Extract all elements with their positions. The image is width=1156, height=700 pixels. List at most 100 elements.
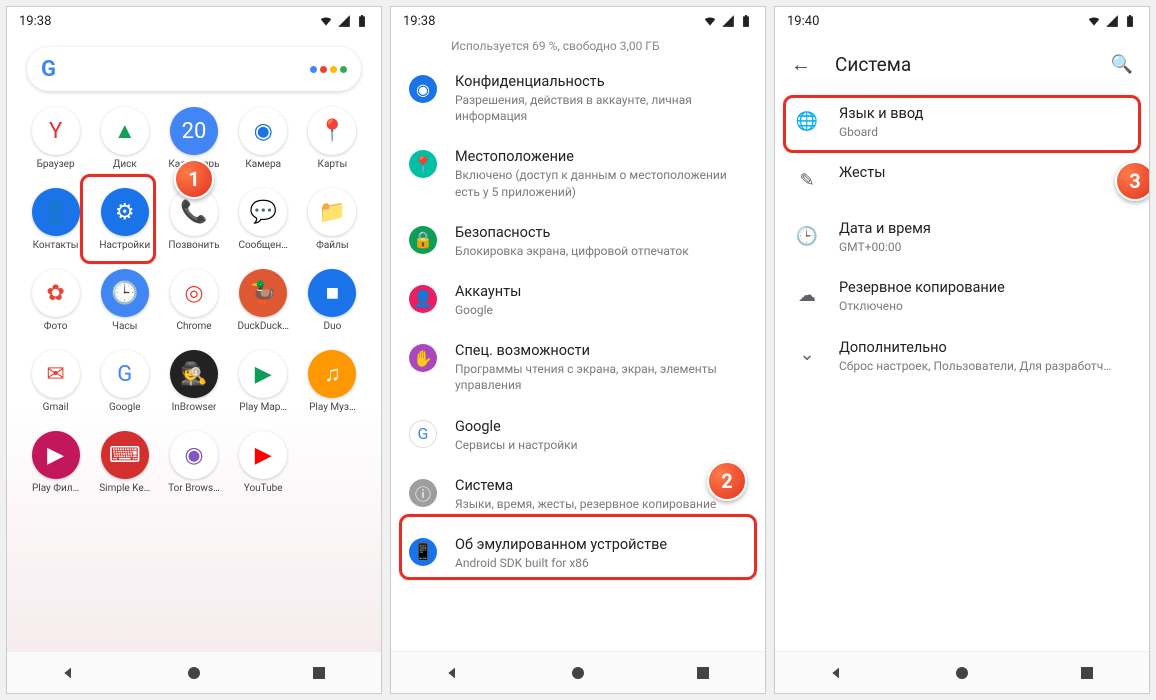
app-icon: ▶ [239, 431, 287, 479]
status-bar: 19:38 [7, 7, 381, 35]
status-icons [1087, 14, 1137, 28]
nav-back[interactable] [443, 663, 463, 683]
setting-безопасность[interactable]: 🔒БезопасностьБлокировка экрана, цифровой… [395, 212, 761, 271]
setting-спец. возможности[interactable]: ✋ Спец. возможности Программы чтения с экр… [395, 330, 761, 405]
app-google[interactable]: G Google [90, 350, 159, 413]
app-label: Google [109, 402, 141, 413]
wifi-icon [703, 14, 717, 28]
app-icon: ▶ [32, 431, 80, 479]
setting-title: Об эмулированном устройстве [455, 536, 747, 553]
app-icon: ⌨ [101, 431, 149, 479]
setting-subtitle: GMT+00:00 [839, 239, 1131, 255]
app-браузер[interactable]: YБраузер [21, 107, 90, 170]
setting-icon: 🌐 [793, 107, 821, 135]
setting-icon: ◉ [409, 75, 437, 103]
app-youtube[interactable]: ▶YouTube [229, 431, 298, 494]
app-icon: ◉ [170, 431, 218, 479]
setting-конфиденциальность[interactable]: ◉КонфиденциальностьРазрешения, действия … [395, 61, 761, 136]
app-label: DuckDuck… [237, 321, 288, 332]
app-label: Play Фил… [32, 483, 79, 494]
google-logo: G [41, 57, 56, 82]
app-icon: Y [32, 107, 80, 155]
signal-icon [337, 14, 351, 28]
setting-местоположение[interactable]: 📍МестоположениеВключено (доступ к данным… [395, 136, 761, 211]
page-title: Система [835, 53, 911, 76]
app-камера[interactable]: ◉Камера [229, 107, 298, 170]
setting-icon: 📱 [409, 538, 437, 566]
system-язык и ввод[interactable]: 🌐Язык и вводGboard [779, 93, 1145, 152]
app-label: Play Муз… [309, 402, 356, 413]
setting-google[interactable]: G Google Сервисы и настройки [395, 406, 761, 465]
app-icon: 20 [170, 107, 218, 155]
setting-об эмулированном устройстве[interactable]: 📱Об эмулированном устройствеAndroid SDK … [395, 524, 761, 583]
setting-icon: ☁ [793, 281, 821, 309]
battery-icon [355, 14, 369, 28]
system-жесты[interactable]: ✎Жесты [779, 152, 1145, 208]
search-bar[interactable]: G [27, 47, 361, 91]
settings-list: ◉КонфиденциальностьРазрешения, действия … [391, 61, 765, 583]
app-icon: ■ [308, 269, 356, 317]
app-play мар…[interactable]: ▶Play Мар… [229, 350, 298, 413]
app-контакты[interactable]: 👤Контакты [21, 188, 90, 251]
app-файлы[interactable]: 📁Файлы [298, 188, 367, 251]
app-tor brows…[interactable]: ◉Tor Brows… [159, 431, 228, 494]
setting-система[interactable]: ⓘСистемаЯзыки, время, жесты, резервное к… [395, 465, 761, 524]
status-icons [319, 14, 369, 28]
assistant-icon[interactable] [310, 66, 347, 73]
nav-bar [7, 651, 381, 693]
app-inbrowser[interactable]: 🕵InBrowser [159, 350, 228, 413]
app-icon: 🕒 [101, 269, 149, 317]
app-label: Камера [245, 159, 281, 170]
system-дополнительно[interactable]: ⌄ДополнительноСброс настроек, Пользовате… [779, 327, 1145, 386]
setting-аккаунты[interactable]: 👤АккаунтыGoogle [395, 271, 761, 330]
setting-title: Google [455, 418, 747, 435]
app-icon: G [101, 350, 149, 398]
app-фото[interactable]: ✿Фото [21, 269, 90, 332]
app-icon: 📍 [308, 107, 356, 155]
app-часы[interactable]: 🕒Часы [90, 269, 159, 332]
app-icon: 🦆 [239, 269, 287, 317]
setting-icon: ✋ [409, 344, 437, 372]
app-simple ke…[interactable]: ⌨Simple Ke… [90, 431, 159, 494]
system-резервное копирование[interactable]: ☁Резервное копированиеОтключено [779, 267, 1145, 326]
nav-back[interactable] [827, 663, 847, 683]
app-label: Карты [318, 159, 348, 170]
nav-home[interactable] [568, 663, 588, 683]
setting-subtitle: Программы чтения с экрана, экран, элемен… [455, 361, 747, 393]
app-icon: ◎ [170, 269, 218, 317]
setting-title: Местоположение [455, 148, 747, 165]
app-настройки[interactable]: ⚙Настройки [90, 188, 159, 251]
app-label: Сообщен… [238, 240, 287, 251]
nav-home[interactable] [184, 663, 204, 683]
nav-recent[interactable] [1077, 663, 1097, 683]
setting-title: Дополнительно [839, 339, 1131, 356]
settings-list: 🌐Язык и вводGboard✎Жесты🕒Дата и времяGMT… [775, 93, 1149, 386]
app-duo[interactable]: ■ Duo [298, 269, 367, 332]
setting-icon: 🔒 [409, 226, 437, 254]
app-duckduck…[interactable]: 🦆 DuckDuck… [229, 269, 298, 332]
app-gmail[interactable]: ✉Gmail [21, 350, 90, 413]
nav-back[interactable] [59, 663, 79, 683]
status-bar: 19:38 [391, 7, 765, 35]
system-дата и время[interactable]: 🕒Дата и времяGMT+00:00 [779, 208, 1145, 267]
nav-recent[interactable] [693, 663, 713, 683]
wifi-icon [1087, 14, 1101, 28]
app-label: Duo [324, 321, 342, 332]
app-play фил…[interactable]: ▶ Play Фил… [21, 431, 90, 494]
setting-subtitle: Блокировка экрана, цифровой отпечаток [455, 243, 747, 259]
setting-icon: G [409, 420, 437, 448]
search-icon[interactable]: 🔍 [1111, 54, 1133, 75]
clock: 19:38 [19, 14, 51, 29]
app-карты[interactable]: 📍 Карты [298, 107, 367, 170]
setting-subtitle: Сервисы и настройки [455, 437, 747, 453]
nav-bar [775, 651, 1149, 693]
app-диск[interactable]: ▲Диск [90, 107, 159, 170]
app-сообщен…[interactable]: 💬Сообщен… [229, 188, 298, 251]
app-icon: ♫ [308, 350, 356, 398]
nav-recent[interactable] [309, 663, 329, 683]
app-play муз…[interactable]: ♫ Play Муз… [298, 350, 367, 413]
nav-home[interactable] [952, 663, 972, 683]
back-icon[interactable]: ← [791, 52, 811, 77]
app-chrome[interactable]: ◎Chrome [159, 269, 228, 332]
setting-title: Спец. возможности [455, 342, 747, 359]
